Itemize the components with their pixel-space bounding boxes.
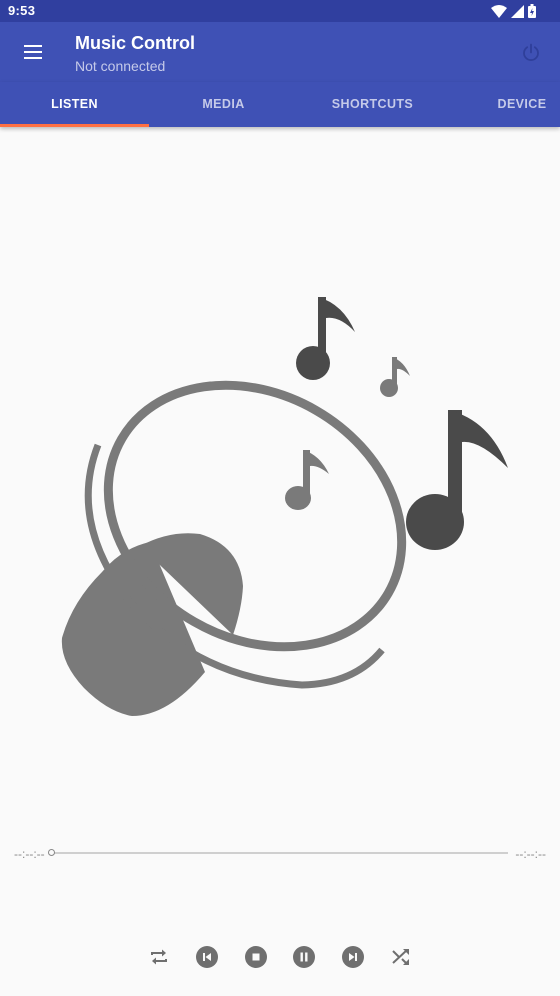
music-note-large-icon [406, 410, 508, 550]
pause-icon [293, 946, 315, 968]
remaining-time: --:--:-- [515, 847, 546, 861]
tab-shortcuts[interactable]: SHORTCUTS [298, 82, 447, 127]
status-icons [491, 4, 536, 18]
app-bar: Music Control Not connected [0, 22, 560, 82]
skip-next-icon [342, 946, 364, 968]
music-note-middle-icon [285, 450, 329, 510]
repeat-icon [151, 949, 167, 965]
menu-icon [24, 45, 42, 59]
status-bar: 9:53 [0, 0, 560, 22]
signal-icon [511, 4, 524, 18]
previous-button[interactable] [190, 940, 224, 974]
speaker-illustration [61, 297, 508, 716]
shuffle-icon [392, 949, 409, 965]
connection-status: Not connected [75, 58, 166, 74]
tab-indicator [0, 124, 149, 127]
status-time: 9:53 [8, 3, 36, 18]
stop-icon [245, 946, 267, 968]
music-note-small-icon [380, 357, 410, 397]
pause-button[interactable] [287, 940, 321, 974]
next-button[interactable] [336, 940, 370, 974]
repeat-button[interactable] [142, 940, 176, 974]
power-button[interactable] [518, 40, 544, 66]
menu-button[interactable] [14, 36, 52, 68]
elapsed-time: --:--:-- [14, 847, 45, 861]
wifi-icon [491, 4, 507, 18]
tab-media[interactable]: MEDIA [149, 82, 298, 127]
tab-device[interactable]: DEVICE [447, 82, 560, 127]
tab-listen[interactable]: LISTEN [0, 82, 149, 127]
stop-button[interactable] [239, 940, 273, 974]
seek-thumb[interactable] [48, 849, 55, 856]
music-note-top-icon [296, 297, 355, 380]
skip-previous-icon [196, 946, 218, 968]
seek-bar[interactable] [52, 852, 508, 854]
tab-bar: LISTEN MEDIA SHORTCUTS DEVICE [0, 82, 560, 127]
shuffle-button[interactable] [384, 940, 418, 974]
power-icon [523, 43, 539, 61]
battery-icon [528, 4, 536, 18]
app-title: Music Control [75, 33, 195, 53]
